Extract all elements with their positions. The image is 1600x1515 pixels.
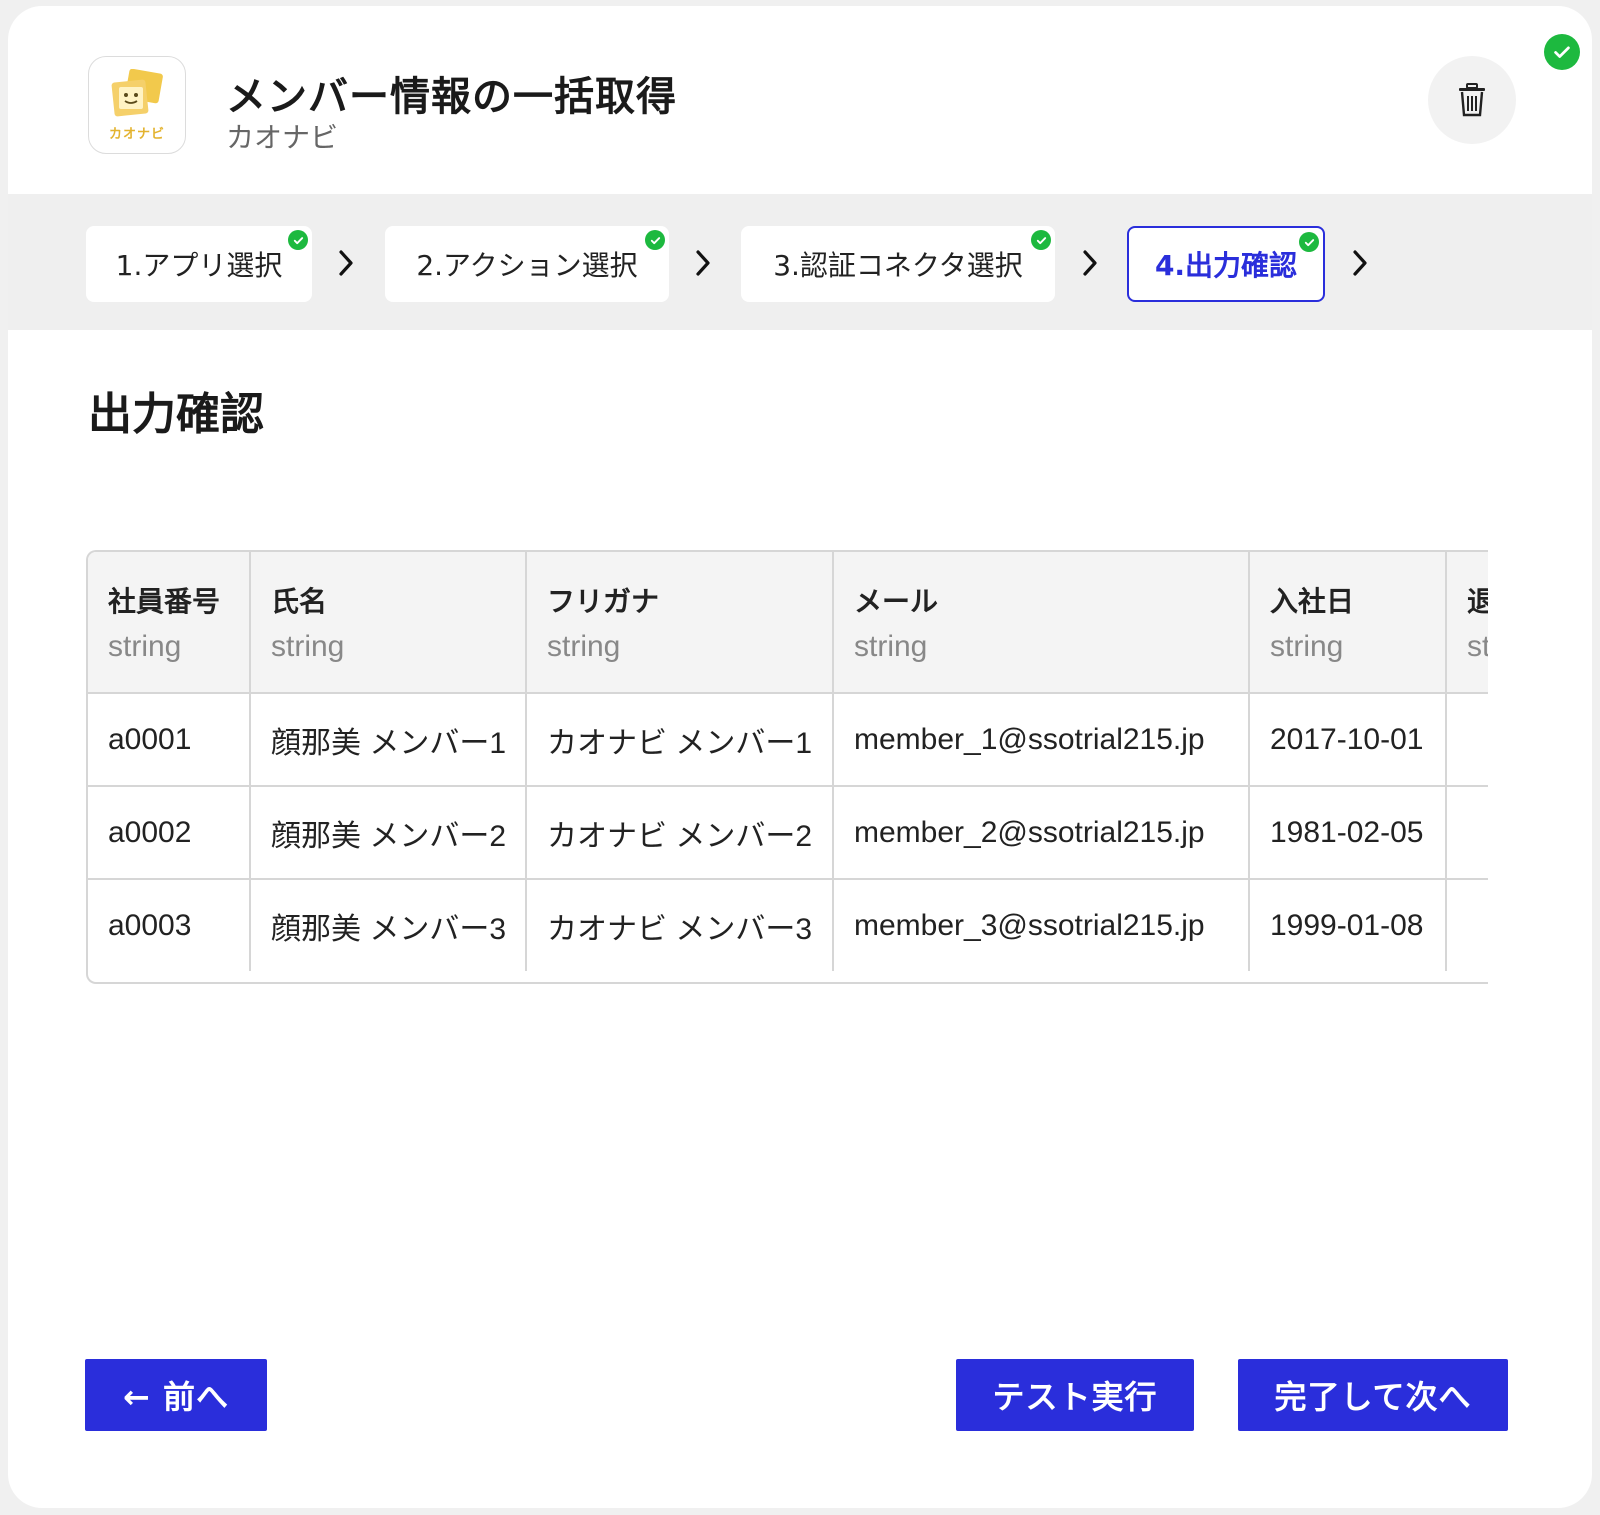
column-header: 退職 stri [1446, 552, 1488, 694]
table-cell [1446, 786, 1488, 880]
table-row: a0001 顔那美 メンバー1 カオナビ メンバー1 member_1@ssot… [88, 693, 1488, 787]
check-icon [1031, 230, 1051, 250]
table-cell: 1999-01-08 [1249, 879, 1447, 971]
table-cell: a0001 [88, 693, 251, 787]
column-type: string [547, 630, 621, 663]
kaonavi-logo: カオナビ [88, 56, 186, 154]
table-cell: member_1@ssotrial215.jp [833, 693, 1250, 787]
column-name: 社員番号 [108, 585, 221, 618]
table-cell: member_3@ssotrial215.jp [833, 879, 1250, 971]
check-icon [1299, 232, 1319, 252]
table-cell: 顔那美 メンバー1 [250, 693, 527, 787]
column-header: 氏名 string [250, 552, 527, 694]
complete-next-button[interactable]: 完了して次へ [1238, 1359, 1508, 1431]
column-name: メール [854, 585, 939, 618]
column-type: string [108, 630, 182, 663]
chevron-right-icon [1353, 250, 1367, 276]
column-type: string [854, 630, 928, 663]
table-cell [1446, 693, 1488, 787]
table-row: a0003 顔那美 メンバー3 カオナビ メンバー3 member_3@ssot… [88, 879, 1488, 971]
test-run-button[interactable]: テスト実行 [956, 1359, 1194, 1431]
integration-card: カオナビ メンバー情報の一括取得 カオナビ 1.アプリ選択 2.アクション選択 [8, 6, 1592, 1508]
column-header: メール string [833, 552, 1250, 694]
column-type: string [271, 630, 345, 663]
check-circle-icon [1544, 34, 1580, 70]
kaonavi-logo-icon [111, 68, 163, 116]
column-header: 社員番号 string [88, 552, 251, 694]
table-cell: 1981-02-05 [1249, 786, 1447, 880]
step-output-confirm[interactable]: 4.出力確認 [1127, 226, 1325, 302]
column-header: フリガナ string [526, 552, 834, 694]
table-cell: カオナビ メンバー2 [526, 786, 834, 880]
table-cell [1446, 879, 1488, 971]
column-name: 氏名 [271, 585, 328, 618]
step-app-select[interactable]: 1.アプリ選択 [86, 226, 312, 302]
table-cell: a0003 [88, 879, 251, 971]
column-name: フリガナ [547, 585, 660, 618]
logo-text: カオナビ [108, 126, 165, 142]
step-connector-select[interactable]: 3.認証コネクタ選択 [741, 226, 1055, 302]
prev-button[interactable]: ← 前へ [85, 1359, 267, 1431]
table-cell: カオナビ メンバー3 [526, 879, 834, 971]
column-type: stri [1467, 630, 1488, 663]
table-cell: 2017-10-01 [1249, 693, 1447, 787]
table-cell: member_2@ssotrial215.jp [833, 786, 1250, 880]
table-cell: 顔那美 メンバー2 [250, 786, 527, 880]
column-name: 入社日 [1270, 585, 1355, 618]
trash-icon [1459, 83, 1485, 117]
step-label: 1.アプリ選択 [115, 249, 283, 282]
step-navigation: 1.アプリ選択 2.アクション選択 3.認証コネクタ選択 4.出力確認 [8, 194, 1592, 330]
table-cell: 顔那美 メンバー3 [250, 879, 527, 971]
app-name: カオナビ [226, 121, 339, 154]
delete-button[interactable] [1428, 56, 1516, 144]
table-row: a0002 顔那美 メンバー2 カオナビ メンバー2 member_2@ssot… [88, 786, 1488, 880]
step-action-select[interactable]: 2.アクション選択 [385, 226, 669, 302]
step-label: 4.出力確認 [1154, 249, 1298, 282]
chevron-right-icon [1083, 250, 1097, 276]
check-icon [288, 230, 308, 250]
column-type: string [1270, 630, 1344, 663]
step-label: 3.認証コネクタ選択 [773, 249, 1023, 282]
header: カオナビ メンバー情報の一括取得 カオナビ [8, 6, 1592, 194]
table-cell: カオナビ メンバー1 [526, 693, 834, 787]
table-header-row: 社員番号 string 氏名 string フリガナ string メール string… [88, 552, 1488, 694]
check-icon [645, 230, 665, 250]
column-name: 退職 [1467, 580, 1488, 620]
page-title: メンバー情報の一括取得 [226, 74, 677, 120]
chevron-right-icon [339, 250, 353, 276]
section-title: 出力確認 [88, 389, 264, 440]
chevron-right-icon [696, 250, 710, 276]
step-label: 2.アクション選択 [416, 249, 638, 282]
column-header: 入社日 string [1249, 552, 1447, 694]
table-cell: a0002 [88, 786, 251, 880]
output-table[interactable]: 社員番号 string 氏名 string フリガナ string メール string… [86, 550, 1488, 984]
